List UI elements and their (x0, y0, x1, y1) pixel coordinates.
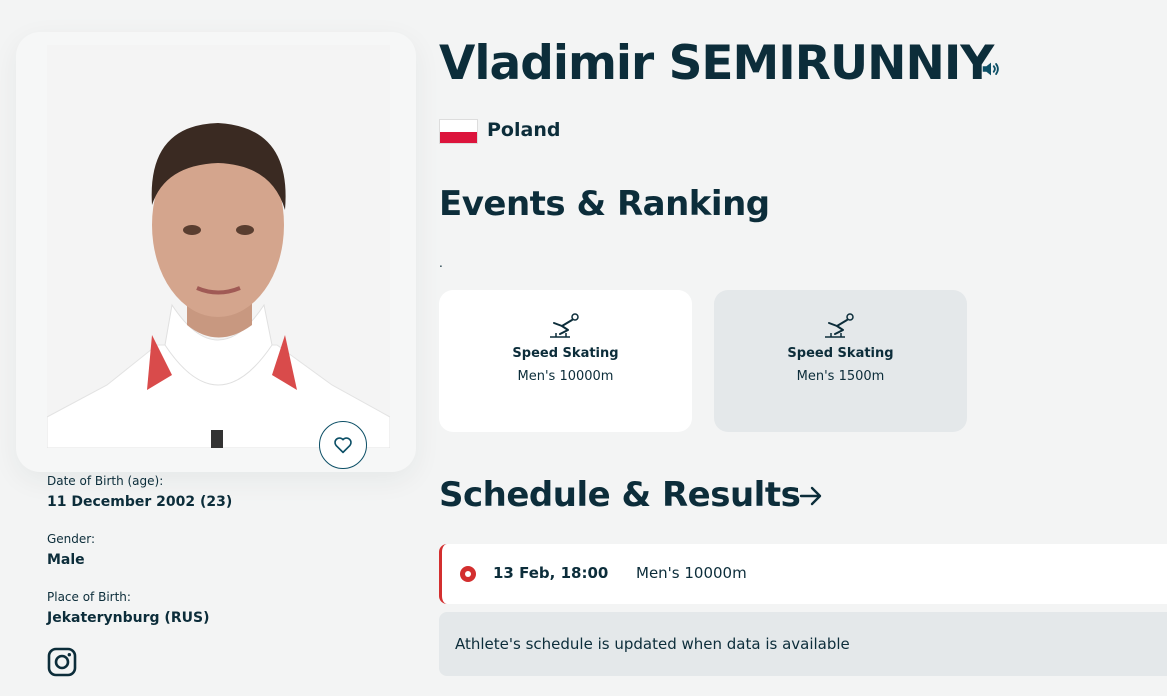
speed-skating-icon (824, 313, 854, 338)
gender-label: Gender: (47, 532, 96, 546)
favorite-button[interactable] (319, 421, 367, 469)
pob-label: Place of Birth: (47, 590, 131, 604)
country-name: Poland (487, 119, 561, 141)
schedule-section-title: Schedule & Results (439, 475, 801, 515)
event-card-10000m[interactable]: Speed Skating Men's 10000m (439, 290, 692, 432)
athlete-name: Vladimir SEMIRUNNIY (439, 36, 994, 91)
athlete-portrait-image (47, 45, 390, 448)
event-sport: Speed Skating (512, 346, 619, 361)
arrow-right-icon[interactable] (797, 482, 825, 510)
dob-label: Date of Birth (age): (47, 474, 164, 488)
live-dot-icon (460, 566, 476, 582)
heart-icon (334, 437, 352, 454)
gender-value: Male (47, 552, 85, 568)
schedule-event: Men's 10000m (636, 564, 747, 582)
events-note: . (439, 256, 443, 270)
event-sport: Speed Skating (787, 346, 894, 361)
country-flag (439, 119, 478, 144)
pob-value: Jekaterynburg (RUS) (47, 610, 210, 626)
speed-skating-icon (549, 313, 579, 338)
schedule-notice-text: Athlete's schedule is updated when data … (455, 635, 850, 653)
instagram-icon[interactable] (47, 647, 77, 677)
speaker-icon[interactable] (980, 58, 1002, 80)
athlete-photo (47, 45, 390, 448)
dob-value: 11 December 2002 (23) (47, 494, 233, 510)
event-card-1500m[interactable]: Speed Skating Men's 1500m (714, 290, 967, 432)
events-section-title: Events & Ranking (439, 184, 770, 224)
event-name: Men's 1500m (796, 369, 885, 384)
event-name: Men's 10000m (517, 369, 614, 384)
schedule-time: 13 Feb, 18:00 (493, 564, 609, 582)
schedule-notice: Athlete's schedule is updated when data … (439, 612, 1167, 676)
schedule-row[interactable]: 13 Feb, 18:00 Men's 10000m (439, 544, 1167, 604)
